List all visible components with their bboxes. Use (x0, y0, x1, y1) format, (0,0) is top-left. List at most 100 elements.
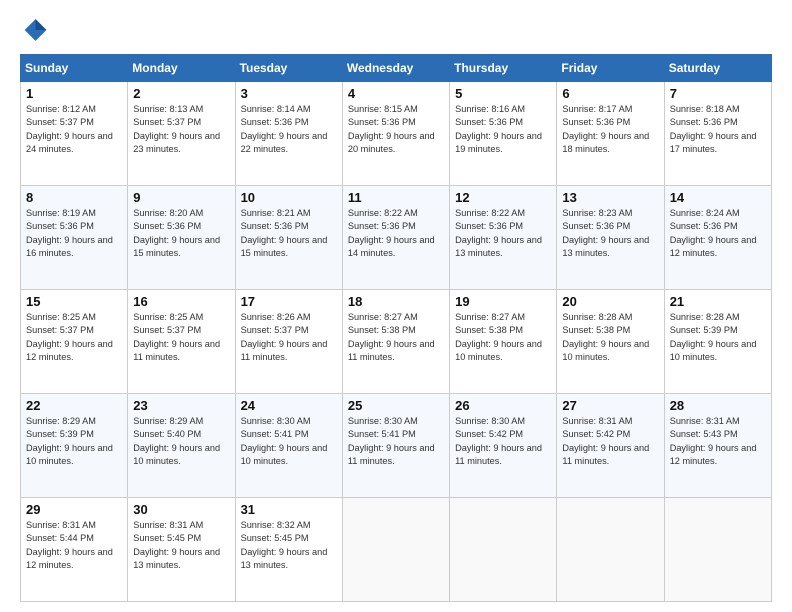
day-info: Sunrise: 8:16 AMSunset: 5:36 PMDaylight:… (455, 104, 542, 154)
calendar-table: SundayMondayTuesdayWednesdayThursdayFrid… (20, 54, 772, 602)
calendar-cell: 25 Sunrise: 8:30 AMSunset: 5:41 PMDaylig… (342, 394, 449, 498)
calendar-cell: 26 Sunrise: 8:30 AMSunset: 5:42 PMDaylig… (450, 394, 557, 498)
day-info: Sunrise: 8:19 AMSunset: 5:36 PMDaylight:… (26, 208, 113, 258)
calendar-cell: 20 Sunrise: 8:28 AMSunset: 5:38 PMDaylig… (557, 290, 664, 394)
calendar-cell: 17 Sunrise: 8:26 AMSunset: 5:37 PMDaylig… (235, 290, 342, 394)
day-number: 8 (26, 190, 122, 205)
day-info: Sunrise: 8:27 AMSunset: 5:38 PMDaylight:… (348, 312, 435, 362)
calendar-day-header: Monday (128, 55, 235, 82)
calendar-cell: 16 Sunrise: 8:25 AMSunset: 5:37 PMDaylig… (128, 290, 235, 394)
day-number: 12 (455, 190, 551, 205)
day-info: Sunrise: 8:14 AMSunset: 5:36 PMDaylight:… (241, 104, 328, 154)
day-info: Sunrise: 8:26 AMSunset: 5:37 PMDaylight:… (241, 312, 328, 362)
day-number: 18 (348, 294, 444, 309)
day-info: Sunrise: 8:29 AMSunset: 5:39 PMDaylight:… (26, 416, 113, 466)
calendar-cell: 9 Sunrise: 8:20 AMSunset: 5:36 PMDayligh… (128, 186, 235, 290)
day-info: Sunrise: 8:13 AMSunset: 5:37 PMDaylight:… (133, 104, 220, 154)
day-number: 17 (241, 294, 337, 309)
day-number: 4 (348, 86, 444, 101)
day-number: 14 (670, 190, 766, 205)
day-number: 22 (26, 398, 122, 413)
day-info: Sunrise: 8:32 AMSunset: 5:45 PMDaylight:… (241, 520, 328, 570)
day-number: 23 (133, 398, 229, 413)
day-number: 20 (562, 294, 658, 309)
calendar-cell: 27 Sunrise: 8:31 AMSunset: 5:42 PMDaylig… (557, 394, 664, 498)
day-info: Sunrise: 8:30 AMSunset: 5:41 PMDaylight:… (348, 416, 435, 466)
calendar-day-header: Tuesday (235, 55, 342, 82)
day-number: 9 (133, 190, 229, 205)
calendar-week-row: 15 Sunrise: 8:25 AMSunset: 5:37 PMDaylig… (21, 290, 772, 394)
calendar-week-row: 22 Sunrise: 8:29 AMSunset: 5:39 PMDaylig… (21, 394, 772, 498)
calendar-cell: 18 Sunrise: 8:27 AMSunset: 5:38 PMDaylig… (342, 290, 449, 394)
day-number: 2 (133, 86, 229, 101)
day-info: Sunrise: 8:23 AMSunset: 5:36 PMDaylight:… (562, 208, 649, 258)
day-info: Sunrise: 8:30 AMSunset: 5:42 PMDaylight:… (455, 416, 542, 466)
day-info: Sunrise: 8:24 AMSunset: 5:36 PMDaylight:… (670, 208, 757, 258)
calendar-cell: 30 Sunrise: 8:31 AMSunset: 5:45 PMDaylig… (128, 498, 235, 602)
day-number: 16 (133, 294, 229, 309)
calendar-cell: 3 Sunrise: 8:14 AMSunset: 5:36 PMDayligh… (235, 82, 342, 186)
day-number: 31 (241, 502, 337, 517)
calendar-cell: 5 Sunrise: 8:16 AMSunset: 5:36 PMDayligh… (450, 82, 557, 186)
calendar-cell (664, 498, 771, 602)
day-info: Sunrise: 8:18 AMSunset: 5:36 PMDaylight:… (670, 104, 757, 154)
calendar-day-header: Wednesday (342, 55, 449, 82)
calendar-header-row: SundayMondayTuesdayWednesdayThursdayFrid… (21, 55, 772, 82)
calendar-cell: 19 Sunrise: 8:27 AMSunset: 5:38 PMDaylig… (450, 290, 557, 394)
calendar-day-header: Saturday (664, 55, 771, 82)
calendar-cell: 8 Sunrise: 8:19 AMSunset: 5:36 PMDayligh… (21, 186, 128, 290)
day-info: Sunrise: 8:25 AMSunset: 5:37 PMDaylight:… (26, 312, 113, 362)
calendar-week-row: 29 Sunrise: 8:31 AMSunset: 5:44 PMDaylig… (21, 498, 772, 602)
calendar-cell (557, 498, 664, 602)
day-info: Sunrise: 8:28 AMSunset: 5:38 PMDaylight:… (562, 312, 649, 362)
day-number: 15 (26, 294, 122, 309)
calendar-cell: 31 Sunrise: 8:32 AMSunset: 5:45 PMDaylig… (235, 498, 342, 602)
day-info: Sunrise: 8:20 AMSunset: 5:36 PMDaylight:… (133, 208, 220, 258)
header (20, 16, 772, 44)
page: SundayMondayTuesdayWednesdayThursdayFrid… (0, 0, 792, 612)
day-info: Sunrise: 8:17 AMSunset: 5:36 PMDaylight:… (562, 104, 649, 154)
calendar-day-header: Sunday (21, 55, 128, 82)
calendar-cell (450, 498, 557, 602)
day-number: 27 (562, 398, 658, 413)
day-info: Sunrise: 8:21 AMSunset: 5:36 PMDaylight:… (241, 208, 328, 258)
calendar-cell: 14 Sunrise: 8:24 AMSunset: 5:36 PMDaylig… (664, 186, 771, 290)
calendar-cell: 21 Sunrise: 8:28 AMSunset: 5:39 PMDaylig… (664, 290, 771, 394)
calendar-cell: 6 Sunrise: 8:17 AMSunset: 5:36 PMDayligh… (557, 82, 664, 186)
day-number: 24 (241, 398, 337, 413)
day-number: 3 (241, 86, 337, 101)
day-info: Sunrise: 8:28 AMSunset: 5:39 PMDaylight:… (670, 312, 757, 362)
day-info: Sunrise: 8:31 AMSunset: 5:45 PMDaylight:… (133, 520, 220, 570)
calendar-cell: 29 Sunrise: 8:31 AMSunset: 5:44 PMDaylig… (21, 498, 128, 602)
calendar-cell: 2 Sunrise: 8:13 AMSunset: 5:37 PMDayligh… (128, 82, 235, 186)
day-number: 19 (455, 294, 551, 309)
calendar-cell: 12 Sunrise: 8:22 AMSunset: 5:36 PMDaylig… (450, 186, 557, 290)
calendar-cell: 24 Sunrise: 8:30 AMSunset: 5:41 PMDaylig… (235, 394, 342, 498)
day-info: Sunrise: 8:12 AMSunset: 5:37 PMDaylight:… (26, 104, 113, 154)
calendar-cell: 10 Sunrise: 8:21 AMSunset: 5:36 PMDaylig… (235, 186, 342, 290)
day-info: Sunrise: 8:22 AMSunset: 5:36 PMDaylight:… (455, 208, 542, 258)
calendar-cell: 4 Sunrise: 8:15 AMSunset: 5:36 PMDayligh… (342, 82, 449, 186)
calendar-cell: 11 Sunrise: 8:22 AMSunset: 5:36 PMDaylig… (342, 186, 449, 290)
calendar-week-row: 1 Sunrise: 8:12 AMSunset: 5:37 PMDayligh… (21, 82, 772, 186)
day-number: 25 (348, 398, 444, 413)
calendar-cell: 1 Sunrise: 8:12 AMSunset: 5:37 PMDayligh… (21, 82, 128, 186)
calendar-cell: 28 Sunrise: 8:31 AMSunset: 5:43 PMDaylig… (664, 394, 771, 498)
logo-icon (20, 16, 48, 44)
day-info: Sunrise: 8:27 AMSunset: 5:38 PMDaylight:… (455, 312, 542, 362)
day-number: 29 (26, 502, 122, 517)
calendar-cell: 15 Sunrise: 8:25 AMSunset: 5:37 PMDaylig… (21, 290, 128, 394)
day-number: 28 (670, 398, 766, 413)
day-info: Sunrise: 8:25 AMSunset: 5:37 PMDaylight:… (133, 312, 220, 362)
calendar-cell: 13 Sunrise: 8:23 AMSunset: 5:36 PMDaylig… (557, 186, 664, 290)
day-info: Sunrise: 8:31 AMSunset: 5:43 PMDaylight:… (670, 416, 757, 466)
day-number: 6 (562, 86, 658, 101)
day-number: 1 (26, 86, 122, 101)
day-number: 26 (455, 398, 551, 413)
calendar-day-header: Thursday (450, 55, 557, 82)
calendar-cell (342, 498, 449, 602)
day-number: 21 (670, 294, 766, 309)
day-number: 11 (348, 190, 444, 205)
day-info: Sunrise: 8:30 AMSunset: 5:41 PMDaylight:… (241, 416, 328, 466)
logo (20, 16, 52, 44)
